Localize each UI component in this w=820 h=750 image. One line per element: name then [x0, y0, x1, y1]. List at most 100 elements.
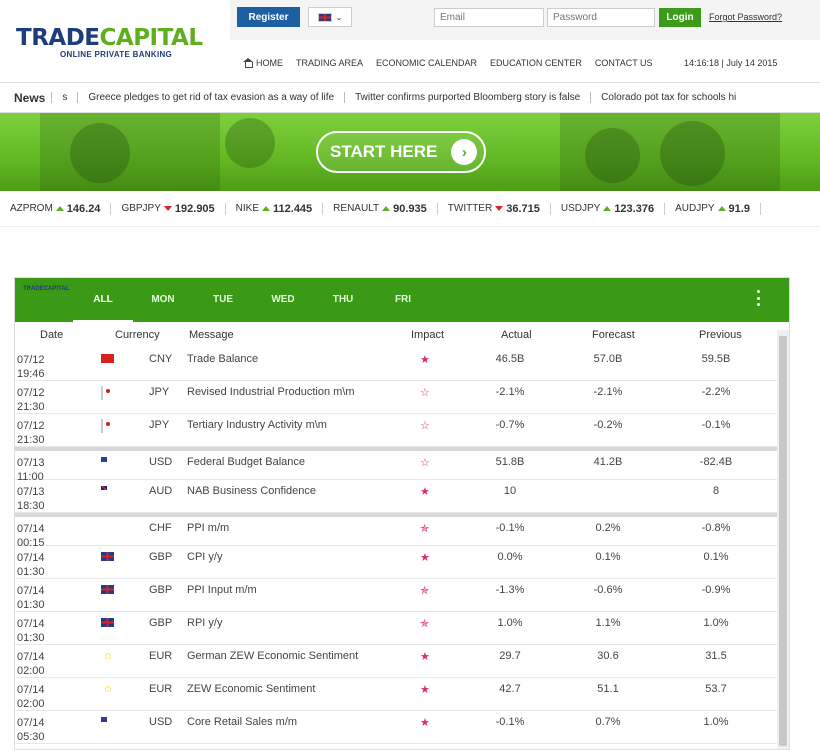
quote-value: 112.445 — [273, 202, 313, 215]
economic-calendar-widget: TRADECAPITAL ALL MON TUE WED THU FRI Dat… — [14, 277, 790, 750]
news-ticker: News s Greece pledges to get rid of tax … — [0, 82, 820, 113]
promo-banner: START HERE › — [0, 113, 820, 191]
table-row[interactable]: 07/13 18:30 AUD NAB Business Confidence ★ 10 8 — [15, 480, 789, 513]
nav-education-center[interactable]: EDUCATION CENTER — [490, 58, 582, 68]
chevron-down-icon: ⌄ — [335, 12, 343, 22]
news-item[interactable]: s — [51, 92, 77, 103]
table-row[interactable]: 07/14 01:30 GBP RPI y/y ✯ 1.0% 1.1% 1.0% — [15, 612, 789, 645]
row-actual: -0.1% — [495, 716, 525, 728]
row-actual: 10 — [503, 485, 517, 497]
col-previous: Previous — [699, 329, 742, 341]
nav-contact-us[interactable]: CONTACT US — [595, 58, 653, 68]
arrow-up-icon — [717, 206, 726, 211]
table-row[interactable]: 07/14 01:30 GBP PPI Input m/m ✯ -1.3% -0.6% -0.… — [15, 579, 789, 612]
row-message: German ZEW Economic Sentiment — [187, 650, 359, 662]
nav-trading-area[interactable]: TRADING AREA — [296, 58, 363, 68]
nav-home-label: HOME — [256, 58, 283, 68]
start-here-label: START HERE — [330, 142, 438, 161]
arrow-up-icon — [382, 206, 391, 211]
impact-star-icon: ★ — [420, 354, 430, 366]
news-item[interactable]: Greece pledges to get rid of tax evasion… — [77, 92, 344, 103]
quote-item[interactable]: AZPROM 146.24 — [0, 202, 112, 215]
table-row[interactable]: 07/13 11:00 USD Federal Budget Balance ☆ 51.8… — [15, 447, 789, 483]
flag-jp-icon — [101, 386, 103, 400]
more-options-icon[interactable] — [757, 290, 761, 306]
password-input[interactable] — [547, 8, 655, 27]
tab-wed[interactable]: WED — [253, 278, 313, 322]
table-row[interactable]: 07/12 19:46 CNY Trade Balance ★ 46.5B 57.0B 59.… — [15, 348, 789, 381]
flag-cn-icon — [101, 354, 114, 363]
row-forecast: 1.1% — [595, 617, 621, 629]
row-previous: 31.5 — [705, 650, 727, 662]
tab-mon[interactable]: MON — [133, 278, 193, 322]
table-row[interactable]: 07/12 21:30 JPY Revised Industrial Producti… — [15, 381, 789, 414]
row-actual: 42.7 — [499, 683, 521, 695]
row-date: 07/12 21:30 — [17, 387, 45, 413]
tab-all[interactable]: ALL — [73, 278, 133, 322]
col-impact: Impact — [411, 329, 445, 341]
row-previous: 0.1% — [703, 551, 729, 563]
impact-star-icon: ★ — [420, 552, 430, 564]
table-row[interactable]: 07/14 02:00 EUR German ZEW Economic Sentime… — [15, 645, 789, 678]
row-forecast: -0.2% — [593, 419, 623, 431]
quote-item[interactable]: RENAULT 90.935 — [323, 202, 438, 215]
quote-item[interactable]: TWITTER 36.715 — [438, 202, 551, 215]
row-currency: GBP — [149, 617, 173, 629]
login-button[interactable]: Login — [659, 8, 701, 27]
row-message: ZEW Economic Sentiment — [187, 683, 316, 695]
row-message: CPI y/y — [187, 551, 223, 563]
quote-item[interactable]: AUDJPY 91.9 — [665, 202, 761, 215]
news-items: s Greece pledges to get rid of tax evasi… — [51, 92, 746, 103]
row-currency: USD — [149, 716, 173, 728]
col-forecast: Forecast — [592, 329, 635, 341]
col-actual: Actual — [501, 329, 532, 341]
impact-star-icon: ★ — [420, 717, 430, 729]
row-message: NAB Business Confidence — [187, 485, 317, 497]
quote-item[interactable]: NIKE 112.445 — [226, 202, 324, 215]
quote-item[interactable]: USDJPY 123.376 — [551, 202, 666, 215]
quote-value: 192.905 — [174, 202, 215, 215]
quote-item[interactable]: GBPJPY 192.905 — [111, 202, 226, 215]
row-currency: JPY — [149, 386, 170, 398]
arrow-up-icon — [262, 206, 271, 211]
row-previous: -82.4B — [699, 456, 733, 468]
nav-home[interactable]: HOME — [243, 58, 283, 68]
tab-tue[interactable]: TUE — [193, 278, 253, 322]
nav-economic-calendar[interactable]: ECONOMIC CALENDAR — [376, 58, 477, 68]
row-actual: 0.0% — [497, 551, 523, 563]
news-item[interactable]: Colorado pot tax for schools hi — [590, 92, 746, 103]
table-row[interactable]: 07/14 00:15 CHF PPI m/m ✯ -0.1% 0.2% -0.8% — [15, 513, 789, 549]
row-forecast: 41.2B — [593, 456, 623, 468]
row-message: PPI Input m/m — [187, 584, 257, 596]
quote-symbol: USDJPY — [560, 203, 601, 214]
forgot-password-link[interactable]: Forgot Password? — [709, 12, 782, 22]
quote-value: 146.24 — [66, 202, 101, 215]
logo-subtitle: ONLINE PRIVATE BANKING — [60, 50, 173, 59]
quote-value: 36.715 — [506, 202, 540, 215]
tab-fri[interactable]: FRI — [373, 278, 433, 322]
row-forecast: 0.1% — [595, 551, 621, 563]
table-row[interactable]: 07/14 05:30 USD Core Retail Sales m/m ★ -0.1%… — [15, 711, 789, 744]
banner-person-silhouette — [70, 123, 130, 183]
main-nav: HOME TRADING AREA ECONOMIC CALENDAR EDUC… — [243, 58, 653, 68]
table-row[interactable]: 07/14 01:30 GBP CPI y/y ★ 0.0% 0.1% 0.1% — [15, 546, 789, 579]
row-message: Trade Balance — [187, 353, 259, 365]
language-select[interactable]: ⌄ — [308, 7, 352, 27]
row-actual: -0.7% — [495, 419, 525, 431]
start-here-button[interactable]: START HERE › — [316, 131, 486, 173]
scrollbar-thumb[interactable] — [779, 336, 787, 746]
row-currency: AUD — [149, 485, 173, 497]
row-forecast: 0.2% — [595, 522, 621, 534]
email-input[interactable] — [434, 8, 544, 27]
table-row[interactable]: 07/14 02:00 EUR ZEW Economic Sentiment ★ 42.7… — [15, 678, 789, 711]
tab-thu[interactable]: THU — [313, 278, 373, 322]
register-button[interactable]: Register — [237, 7, 300, 27]
impact-star-icon: ☆ — [420, 420, 430, 432]
row-previous: 1.0% — [703, 617, 729, 629]
news-item[interactable]: Twitter confirms purported Bloomberg sto… — [344, 92, 590, 103]
quote-value: 123.376 — [614, 202, 655, 215]
table-row[interactable]: 07/12 21:30 JPY Tertiary Industry Activity … — [15, 414, 789, 447]
row-previous: -0.1% — [701, 419, 731, 431]
logo[interactable]: TRADECAPITAL ONLINE PRIVATE BANKING — [16, 26, 216, 60]
row-currency: EUR — [149, 650, 173, 662]
